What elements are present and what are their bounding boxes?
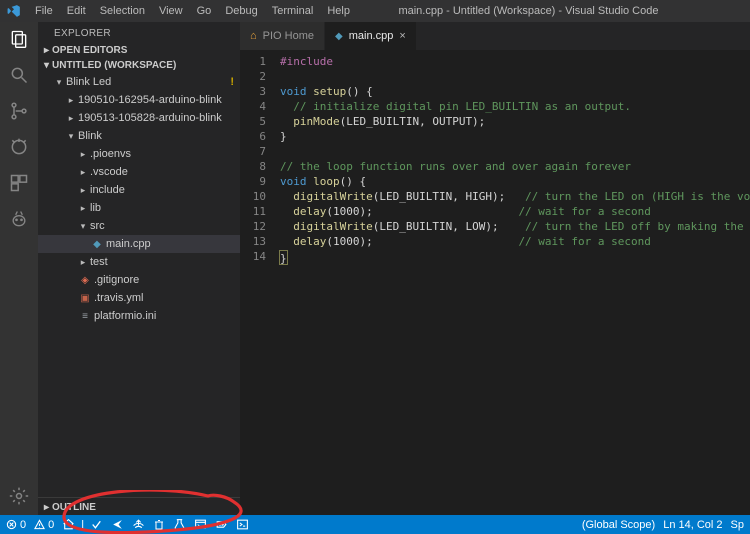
sidebar-title: EXPLORER — [38, 22, 240, 43]
tree-snapshot-2[interactable]: ▸190513-105828-arduino-blink — [38, 109, 240, 127]
tree-label: platformio.ini — [94, 310, 156, 322]
menu-debug[interactable]: Debug — [218, 2, 264, 20]
tab-bar: ⌂ PIO Home ◆ main.cpp × — [240, 22, 750, 50]
tree-src[interactable]: ▾src — [38, 217, 240, 235]
section-open-editors-label: OPEN EDITORS — [52, 45, 127, 56]
tree-blink-led[interactable]: ▾Blink Led! — [38, 73, 240, 91]
tree-pioenvs[interactable]: ▸.pioenvs — [38, 145, 240, 163]
status-spaces[interactable]: Sp — [731, 519, 744, 531]
status-divider: | — [81, 519, 84, 531]
menu-file[interactable]: File — [28, 2, 60, 20]
status-errors-count: 0 — [20, 519, 26, 531]
tab-label: main.cpp — [349, 30, 394, 42]
settings-icon[interactable] — [8, 485, 30, 507]
close-icon[interactable]: × — [399, 30, 405, 42]
section-outline-label: OUTLINE — [52, 502, 96, 513]
status-pio-home-icon[interactable] — [62, 518, 75, 531]
sidebar: EXPLORER ▸OPEN EDITORS ▾UNTITLED (WORKSP… — [38, 22, 240, 515]
tree-label: .vscode — [90, 166, 128, 178]
menu-help[interactable]: Help — [320, 2, 357, 20]
warning-badge: ! — [230, 76, 234, 88]
tab-pio-home[interactable]: ⌂ PIO Home — [240, 22, 325, 50]
explorer-icon[interactable] — [8, 28, 30, 50]
status-pio-serial-icon[interactable] — [215, 518, 228, 531]
tree-label: test — [90, 256, 108, 268]
status-pio-clean-icon[interactable] — [153, 518, 165, 531]
status-position[interactable]: Ln 14, Col 2 — [663, 519, 722, 531]
tree-label: lib — [90, 202, 101, 214]
status-left: 0 0 | — [6, 518, 249, 531]
status-errors[interactable]: 0 — [6, 519, 26, 531]
status-pio-tasks-icon[interactable] — [194, 518, 207, 531]
menu-selection[interactable]: Selection — [93, 2, 152, 20]
tree-label: .pioenvs — [90, 148, 131, 160]
gitignore-file-icon: ◈ — [78, 275, 92, 286]
git-icon[interactable] — [8, 100, 30, 122]
cpp-file-icon: ◆ — [335, 31, 343, 42]
line-gutter: 1234567891011121314 — [240, 50, 274, 515]
tree-label: 190510-162954-arduino-blink — [78, 94, 222, 106]
tree-include[interactable]: ▸include — [38, 181, 240, 199]
ini-file-icon: ≡ — [78, 311, 92, 322]
tree-label: .travis.yml — [94, 292, 144, 304]
vscode-icon — [0, 4, 28, 18]
tree-label: main.cpp — [106, 238, 151, 250]
tree-label: .gitignore — [94, 274, 139, 286]
tree-label: Blink — [78, 130, 102, 142]
tree-label: Blink Led — [66, 76, 111, 88]
section-outline[interactable]: ▸OUTLINE — [38, 497, 240, 515]
code-editor[interactable]: 1234567891011121314 #include void setup(… — [240, 50, 750, 515]
title-bar: File Edit Selection View Go Debug Termin… — [0, 0, 750, 22]
status-pio-test-icon[interactable] — [173, 518, 186, 531]
tree-main-cpp[interactable]: ◆main.cpp — [38, 235, 240, 253]
status-scope[interactable]: (Global Scope) — [582, 519, 655, 531]
menu-bar: File Edit Selection View Go Debug Termin… — [28, 2, 357, 20]
window-title: main.cpp - Untitled (Workspace) - Visual… — [357, 5, 700, 17]
tree-test[interactable]: ▸test — [38, 253, 240, 271]
editor-area: ⌂ PIO Home ◆ main.cpp × 1234567891011121… — [240, 22, 750, 515]
status-pio-terminal-icon[interactable] — [236, 518, 249, 531]
menu-view[interactable]: View — [152, 2, 190, 20]
status-bar: 0 0 | (Global Scope) Ln 14, Col 2 Sp — [0, 515, 750, 534]
search-icon[interactable] — [8, 64, 30, 86]
section-workspace[interactable]: ▾UNTITLED (WORKSPACE) — [38, 58, 240, 73]
status-right: (Global Scope) Ln 14, Col 2 Sp — [582, 519, 744, 531]
yml-file-icon: ▣ — [78, 293, 92, 304]
tab-main-cpp[interactable]: ◆ main.cpp × — [325, 22, 417, 50]
section-open-editors[interactable]: ▸OPEN EDITORS — [38, 43, 240, 58]
tree-blink[interactable]: ▾Blink — [38, 127, 240, 145]
menu-terminal[interactable]: Terminal — [265, 2, 321, 20]
tree-vscode[interactable]: ▸.vscode — [38, 163, 240, 181]
tree-snapshot-1[interactable]: ▸190510-162954-arduino-blink — [38, 91, 240, 109]
status-pio-upload-icon[interactable] — [111, 518, 124, 531]
tree-lib[interactable]: ▸lib — [38, 199, 240, 217]
status-pio-build-icon[interactable] — [90, 518, 103, 531]
tree-gitignore[interactable]: ◈.gitignore — [38, 271, 240, 289]
tree-travis[interactable]: ▣.travis.yml — [38, 289, 240, 307]
menu-go[interactable]: Go — [190, 2, 219, 20]
activity-bar — [0, 22, 38, 515]
tree-label: include — [90, 184, 125, 196]
file-tree: ▾Blink Led! ▸190510-162954-arduino-blink… — [38, 73, 240, 497]
tab-label: PIO Home — [263, 30, 314, 42]
status-warnings[interactable]: 0 — [34, 519, 54, 531]
platformio-icon[interactable] — [8, 208, 30, 230]
tree-label: 190513-105828-arduino-blink — [78, 112, 222, 124]
status-pio-remote-icon[interactable] — [132, 518, 145, 531]
status-warnings-count: 0 — [48, 519, 54, 531]
home-icon: ⌂ — [250, 30, 257, 42]
cpp-file-icon: ◆ — [90, 239, 104, 250]
debug-icon[interactable] — [8, 136, 30, 158]
code-lines[interactable]: #include void setup() { // initialize di… — [274, 50, 750, 515]
section-workspace-label: UNTITLED (WORKSPACE) — [52, 60, 176, 71]
extensions-icon[interactable] — [8, 172, 30, 194]
tree-platformio-ini[interactable]: ≡platformio.ini — [38, 307, 240, 325]
tree-label: src — [90, 220, 105, 232]
menu-edit[interactable]: Edit — [60, 2, 93, 20]
